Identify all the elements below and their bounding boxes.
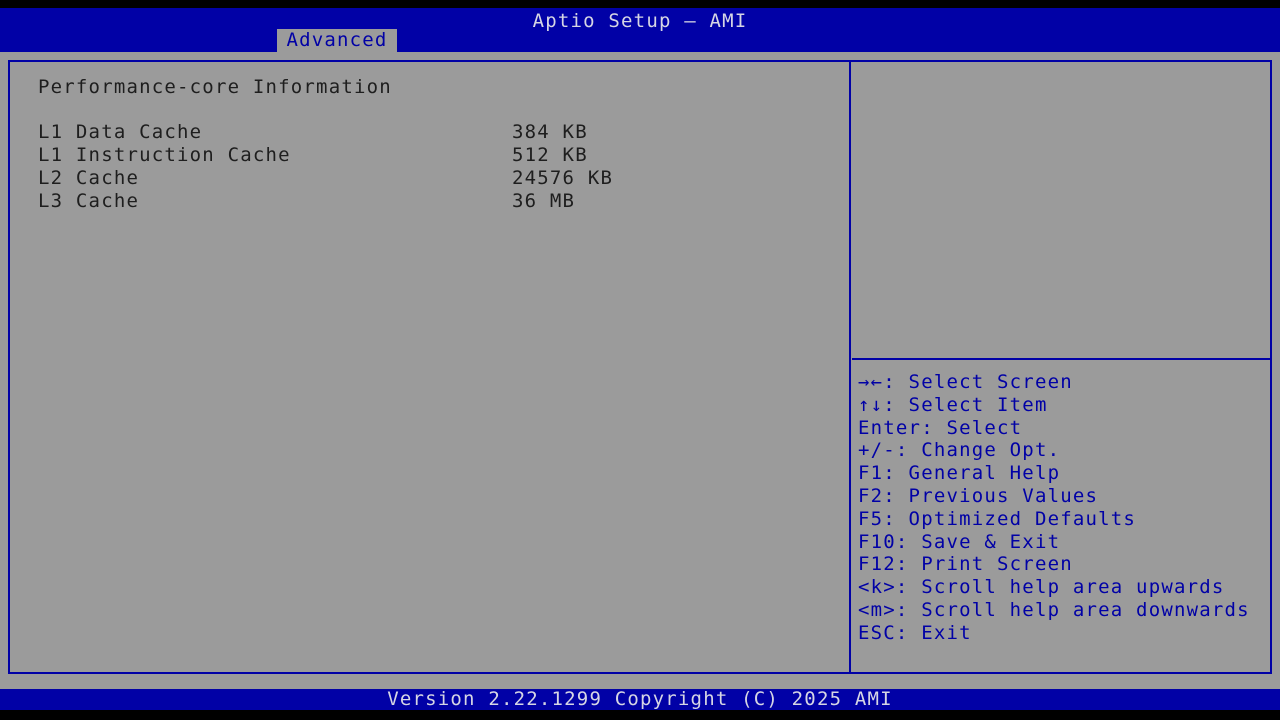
cache-label: L2 Cache [38,167,139,189]
key-help-line: F5: Optimized Defaults [858,508,1270,531]
version-text: Version 2.22.1299 Copyright (C) 2025 AMI [387,688,893,710]
section-title: Performance-core Information [38,76,392,98]
app-title: Aptio Setup – AMI [0,10,1280,32]
key-help-line: +/-: Change Opt. [858,439,1270,462]
key-help-list: →←: Select Screen↑↓: Select ItemEnter: S… [858,371,1270,645]
bottom-black-strip [0,710,1280,720]
key-help-line: F10: Save & Exit [858,531,1270,554]
cache-label: L1 Data Cache [38,121,202,143]
key-help-line: <m>: Scroll help area downwards [858,599,1270,622]
cache-info-row: L3 Cache 36 MB [0,190,848,213]
tab-advanced[interactable]: Advanced [277,29,397,52]
key-help-line: <k>: Scroll help area upwards [858,576,1270,599]
key-help-line: F2: Previous Values [858,485,1270,508]
cache-value: 24576 KB [512,167,613,189]
cache-value: 512 KB [512,144,588,166]
cache-value: 36 MB [512,190,575,212]
cache-label: L1 Instruction Cache [38,144,291,166]
cache-info-row: L2 Cache 24576 KB [0,167,848,190]
cache-info-row: L1 Data Cache 384 KB [0,121,848,144]
help-divider [852,358,1270,360]
cache-info-list: L1 Data Cache 384 KB L1 Instruction Cache 5… [0,121,848,213]
item-help-area [852,62,1270,358]
cache-label: L3 Cache [38,190,139,212]
cache-info-row: L1 Instruction Cache 512 KB [0,144,848,167]
title-bar: Aptio Setup – AMI [0,8,1280,52]
bios-setup-screen: Aptio Setup – AMI Advanced Performance-c… [0,0,1280,720]
key-help-line: →←: Select Screen [858,371,1270,394]
panel-divider [849,60,851,674]
key-help-line: ESC: Exit [858,622,1270,645]
key-help-line: Enter: Select [858,417,1270,440]
top-black-strip [0,0,1280,8]
key-help-line: ↑↓: Select Item [858,394,1270,417]
cache-value: 384 KB [512,121,588,143]
footer-bar: Version 2.22.1299 Copyright (C) 2025 AMI [0,689,1280,710]
key-help-line: F1: General Help [858,462,1270,485]
key-help-line: F12: Print Screen [858,553,1270,576]
